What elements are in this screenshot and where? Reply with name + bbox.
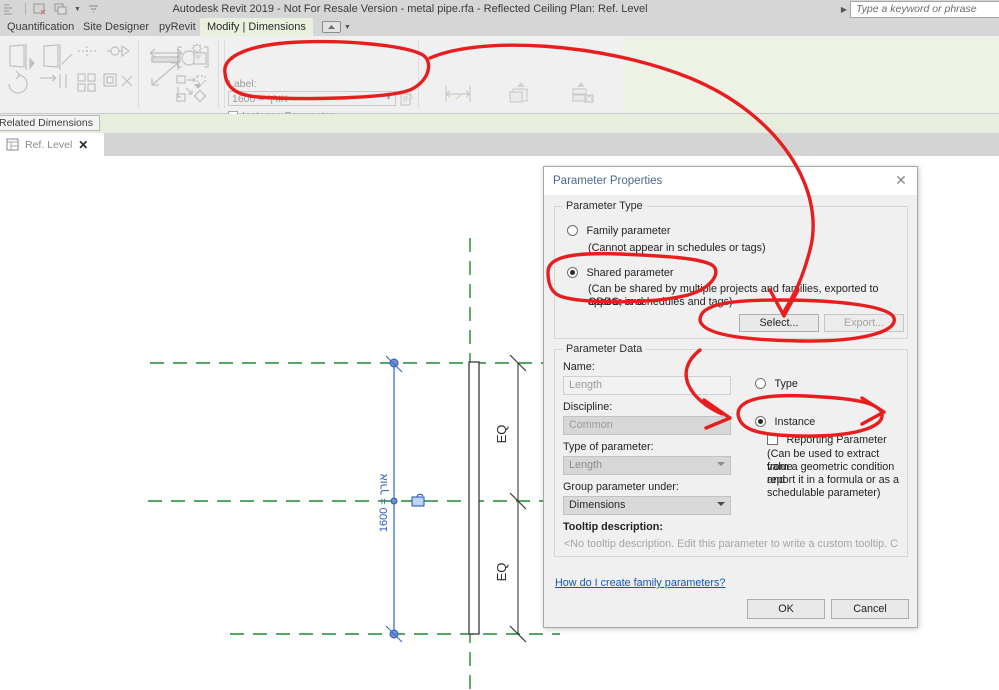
type-binding-label: Type (774, 377, 798, 390)
shared-parameter-radio[interactable] (567, 267, 578, 279)
family-parameter-note: (Cannot appear in schedules or tags) (588, 242, 766, 254)
window-title: Autodesk Revit 2019 - Not For Resale Ver… (172, 3, 648, 15)
view-tab-bar: Ref. Level ✕ (0, 133, 999, 156)
eq-label-bottom: EQ (494, 563, 509, 582)
export-button: Export... (824, 314, 904, 332)
shared-parameter-note-2: appear in schedules and tags) (588, 296, 733, 308)
family-parameter-label: Family parameter (586, 224, 671, 237)
group-parameter-select[interactable]: Dimensions (563, 496, 731, 515)
chevron-down-icon (717, 462, 725, 466)
type-of-parameter-value: Length (569, 459, 603, 471)
view-tab-ref-level[interactable]: Ref. Level ✕ (0, 133, 104, 156)
collapse-options-caret-icon[interactable]: ▼ (344, 24, 351, 31)
shared-parameter-option[interactable]: Shared parameter (567, 264, 673, 282)
pipe-geometry (468, 361, 480, 635)
title-bar: ▼ Autodesk Revit 2019 - Not For Resale V… (0, 0, 999, 18)
family-parameter-radio[interactable] (567, 225, 578, 237)
parameter-properties-dialog[interactable]: Parameter Properties ✕ Parameter Type Fa… (543, 166, 918, 628)
collapse-ribbon-icon[interactable] (322, 21, 341, 33)
ribbon-panel: Label: 1600 = אורך ▼ Instance Parameter (0, 36, 999, 151)
reporting-parameter-label: Reporting Parameter (786, 433, 887, 446)
reporting-note-3: report it in a formula or as a (767, 474, 900, 486)
witness-lines-icon (445, 86, 471, 102)
chevron-down-icon[interactable]: ▼ (385, 95, 392, 102)
create-tools-icon-group[interactable] (174, 42, 226, 104)
search-expand-icon[interactable]: ▶ (838, 5, 850, 14)
type-binding-option[interactable]: Type (755, 375, 798, 393)
collapse-up-arrow-icon (328, 24, 335, 29)
cancel-button[interactable]: Cancel (831, 599, 909, 619)
ribbon-tab-row: Quantification Site Designer pyRevit Mod… (0, 18, 999, 36)
group-parameter-value: Dimensions (569, 499, 626, 511)
instance-binding-label: Instance (774, 415, 816, 428)
options-bar: Related Dimensions (0, 114, 999, 133)
select-button[interactable]: Select... (739, 314, 819, 332)
search-input[interactable]: Type a keyword or phrase (850, 0, 999, 18)
ribbon-separator-1 (138, 40, 139, 108)
load-into-project-icon (509, 82, 528, 103)
modify-tools-icon-group[interactable] (4, 42, 132, 104)
reporting-parameter-option[interactable]: Reporting Parameter (767, 431, 887, 449)
dimension-value-label: 1600 = אורך (378, 474, 390, 532)
lock-toggle-icon (411, 493, 425, 507)
ceiling-plan-view-icon (6, 138, 19, 151)
create-parameter-icon[interactable] (400, 93, 414, 107)
close-icon[interactable]: ✕ (78, 139, 88, 151)
name-label: Name: (563, 361, 595, 373)
label-caption: Label: (228, 78, 257, 90)
name-input[interactable]: Length (563, 376, 731, 395)
ok-button[interactable]: OK (747, 599, 825, 619)
parameter-type-group: Parameter Type Family parameter (Cannot … (554, 200, 908, 339)
ribbon-separator-4 (418, 40, 419, 108)
help-search[interactable]: ▶ Type a keyword or phrase (838, 0, 999, 18)
dialog-title: Parameter Properties (544, 167, 917, 195)
reporting-note-4: schedulable parameter) (767, 487, 881, 499)
label-combobox[interactable]: 1600 = אורך ▼ (228, 91, 396, 106)
type-of-parameter-label: Type of parameter: (563, 441, 654, 453)
parameter-type-group-title: Parameter Type (563, 200, 646, 212)
instance-binding-radio[interactable] (755, 416, 766, 428)
help-link[interactable]: How do I create family parameters? (555, 577, 725, 589)
tab-site-designer[interactable]: Site Designer (76, 18, 156, 36)
type-binding-radio[interactable] (755, 378, 766, 390)
dimension-grip-top (389, 358, 399, 368)
view-tab-bar-empty (104, 133, 999, 156)
label-combobox-value: 1600 = אורך (232, 92, 288, 105)
discipline-input: Common (563, 416, 731, 435)
tab-modify-dimensions[interactable]: Modify | Dimensions (200, 18, 313, 36)
parameter-data-group-title: Parameter Data (563, 343, 646, 355)
reporting-parameter-checkbox[interactable] (767, 434, 778, 446)
group-parameter-label: Group parameter under: (563, 481, 679, 493)
tooltip-description-label: Tooltip description: (563, 521, 663, 533)
load-into-project-and-close-icon (572, 82, 594, 103)
discipline-label: Discipline: (563, 401, 613, 413)
chevron-down-icon[interactable] (717, 502, 725, 506)
tab-pyrevit[interactable]: pyRevit (152, 18, 203, 36)
instance-binding-option[interactable]: Instance (755, 413, 815, 431)
dialog-close-icon[interactable]: ✕ (893, 173, 909, 189)
tooltip-description-value: <No tooltip description. Edit this param… (564, 538, 898, 550)
view-tab-name: Ref. Level (25, 138, 73, 151)
type-of-parameter-select: Length (563, 456, 731, 475)
revit-application-window: ▼ Autodesk Revit 2019 - Not For Resale V… (0, 0, 999, 690)
eq-label-top: EQ (494, 425, 509, 444)
dimension-grip-middle (390, 497, 398, 505)
ribbon-collapse-control[interactable]: ▼ (322, 20, 351, 34)
ribbon-separator-3 (224, 40, 225, 108)
family-parameter-option[interactable]: Family parameter (567, 222, 670, 240)
related-dimensions-button[interactable]: Related Dimensions (0, 115, 100, 131)
parameter-data-group: Parameter Data Name: Length Discipline: … (554, 343, 908, 557)
shared-parameter-label: Shared parameter (586, 266, 674, 279)
tab-quantification[interactable]: Quantification (0, 18, 81, 36)
